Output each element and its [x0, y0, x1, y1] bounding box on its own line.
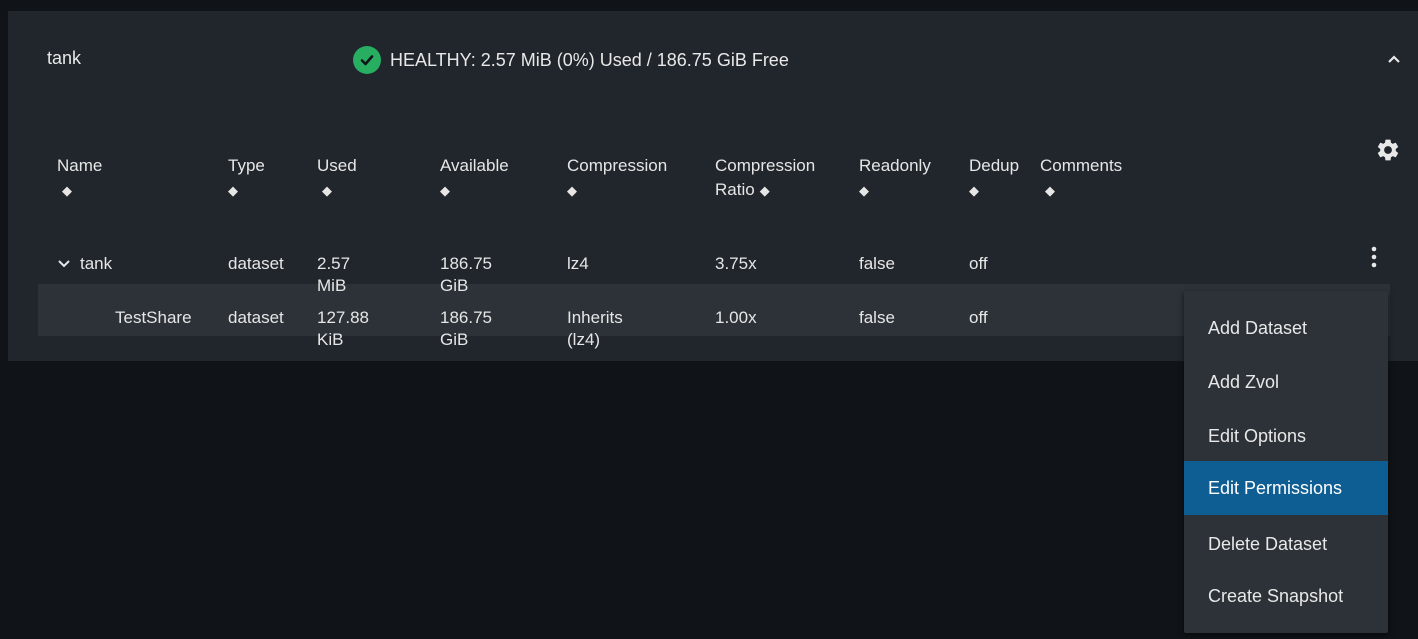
- column-header-label: Type: [228, 156, 265, 175]
- column-header-label: Available: [440, 156, 509, 175]
- cell-dedup: off: [969, 308, 988, 327]
- column-header-dedup[interactable]: Dedup ◆: [969, 154, 1019, 203]
- column-header-compression-ratio[interactable]: Compression Ratio ◆: [715, 154, 815, 203]
- column-header-label: Dedup: [969, 156, 1020, 175]
- sort-icon[interactable]: ◆: [440, 179, 450, 203]
- cell-dedup: off: [969, 254, 988, 273]
- pool-status-text: HEALTHY: 2.57 MiB (0%) Used / 186.75 GiB…: [390, 49, 789, 70]
- dataset-actions-menu: Add Dataset Add Zvol Edit Options Edit P…: [1184, 291, 1388, 633]
- column-header-available[interactable]: Available ◆: [440, 154, 509, 203]
- sort-icon[interactable]: ◆: [228, 179, 238, 203]
- chevron-down-icon[interactable]: [57, 253, 71, 275]
- cell-available: 186.75 GiB: [440, 308, 492, 349]
- menu-item-add-zvol[interactable]: Add Zvol: [1184, 355, 1388, 409]
- cell-name: TestShare: [115, 308, 192, 327]
- menu-item-create-snapshot[interactable]: Create Snapshot: [1184, 569, 1388, 623]
- gear-icon[interactable]: [1373, 135, 1403, 165]
- column-header-label: Compression: [567, 156, 668, 175]
- column-header-compression[interactable]: Compression ◆: [567, 154, 667, 203]
- column-header-comments[interactable]: Comments ◆: [1040, 154, 1122, 203]
- sort-icon[interactable]: ◆: [1045, 179, 1055, 203]
- column-header-label: Compression: [715, 156, 816, 175]
- pool-status: HEALTHY: 2.57 MiB (0%) Used / 186.75 GiB…: [353, 46, 789, 74]
- cell-type: dataset: [228, 308, 284, 327]
- column-header-name[interactable]: Name ◆: [57, 154, 102, 203]
- column-header-label: Used: [317, 156, 357, 175]
- sort-icon[interactable]: ◆: [969, 179, 979, 203]
- chevron-up-icon[interactable]: [1384, 49, 1404, 69]
- column-header-readonly[interactable]: Readonly ◆: [859, 154, 931, 203]
- cell-readonly: false: [859, 308, 895, 327]
- menu-item-edit-permissions[interactable]: Edit Permissions: [1184, 461, 1388, 515]
- sort-icon[interactable]: ◆: [567, 179, 577, 203]
- cell-type: dataset: [228, 254, 284, 273]
- cell-compression: Inherits (lz4): [567, 308, 623, 349]
- sort-icon[interactable]: ◆: [62, 179, 72, 203]
- menu-item-edit-options[interactable]: Edit Options: [1184, 409, 1388, 463]
- cell-compression: lz4: [567, 254, 589, 273]
- column-header-label: Name: [57, 156, 103, 175]
- check-circle-icon: [353, 46, 381, 74]
- menu-item-add-dataset[interactable]: Add Dataset: [1184, 301, 1388, 355]
- sort-icon[interactable]: ◆: [322, 179, 332, 203]
- sort-icon[interactable]: ◆: [760, 179, 770, 203]
- column-header-label: Readonly: [859, 156, 931, 175]
- cell-name: tank: [80, 254, 113, 273]
- cell-readonly: false: [859, 254, 895, 273]
- menu-item-delete-dataset[interactable]: Delete Dataset: [1184, 517, 1388, 571]
- cell-used: 127.88 KiB: [317, 308, 369, 349]
- cell-available: 186.75 GiB: [440, 254, 492, 295]
- column-header-type[interactable]: Type ◆: [228, 154, 265, 203]
- sort-icon[interactable]: ◆: [859, 179, 869, 203]
- column-header-label-2: Ratio: [715, 180, 755, 199]
- cell-compression-ratio: 3.75x: [715, 254, 757, 273]
- column-header-used[interactable]: Used ◆: [317, 154, 357, 203]
- cell-used: 2.57 MiB: [317, 254, 351, 295]
- pool-name: tank: [47, 48, 82, 68]
- column-header-label: Comments: [1040, 156, 1123, 175]
- cell-compression-ratio: 1.00x: [715, 308, 757, 327]
- more-vertical-icon[interactable]: [1368, 241, 1380, 273]
- pool-header[interactable]: tank HEALTHY: 2.57 MiB (0%) Used / 186.7…: [8, 11, 1418, 109]
